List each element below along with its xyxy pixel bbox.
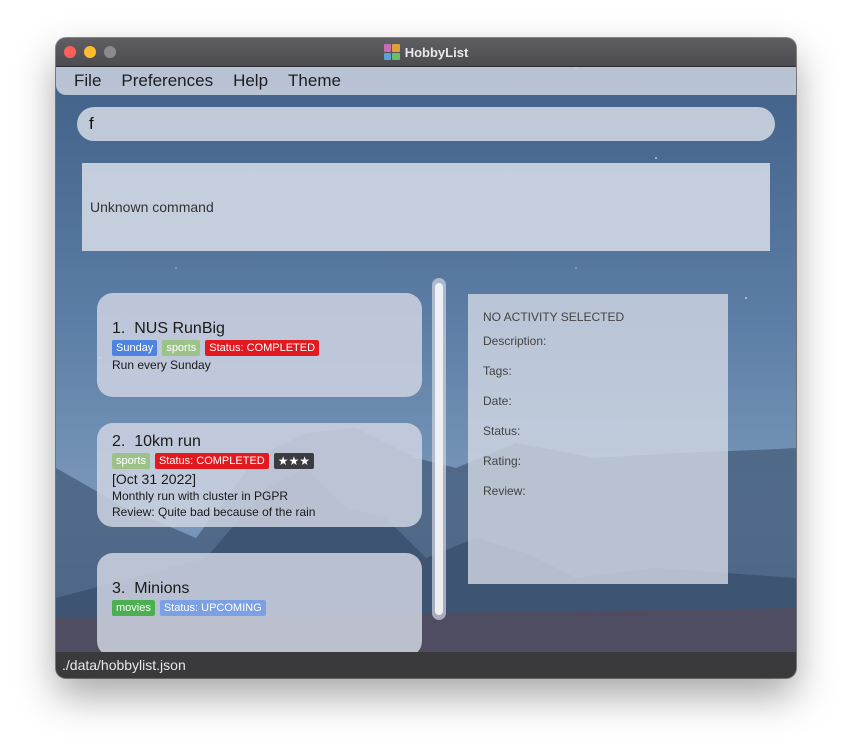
- app-window: HobbyList File Preferences Help Theme Un…: [56, 38, 796, 678]
- menu-bar: File Preferences Help Theme: [56, 67, 796, 95]
- detail-review-label: Review:: [483, 484, 526, 498]
- tag-label: sports: [112, 453, 150, 469]
- tag-label: Sunday: [112, 340, 158, 356]
- status-bar: ./data/hobbylist.json: [56, 652, 796, 678]
- menu-preferences[interactable]: Preferences: [121, 71, 213, 91]
- activity-card[interactable]: 1. NUS RunBig Sunday sports Status: COMP…: [97, 293, 422, 397]
- activity-tags: movies Status: UPCOMING: [112, 600, 407, 616]
- status-badge: Status: COMPLETED: [154, 453, 269, 469]
- activity-description: Monthly run with cluster in PGPR: [112, 489, 289, 503]
- tag-label: movies: [112, 600, 155, 616]
- scrollbar-thumb[interactable]: [435, 283, 443, 615]
- list-scrollbar[interactable]: [432, 278, 446, 620]
- activity-description: Run every Sunday: [112, 358, 211, 372]
- status-badge: Status: COMPLETED: [205, 340, 320, 356]
- command-input[interactable]: [77, 107, 775, 141]
- activity-list[interactable]: 1. NUS RunBig Sunday sports Status: COMP…: [82, 278, 452, 652]
- activity-date: [Oct 31 2022]: [112, 471, 197, 487]
- result-message: Unknown command: [90, 199, 214, 215]
- result-display: Unknown command: [82, 163, 770, 251]
- activity-review: Review: Quite bad because of the rain: [112, 505, 316, 519]
- detail-description-label: Description:: [483, 334, 547, 348]
- detail-tags-label: Tags:: [483, 364, 512, 378]
- tag-label: sports: [162, 340, 201, 356]
- detail-status-label: Status:: [483, 424, 521, 438]
- activity-tags: Sunday sports Status: COMPLETED: [112, 340, 407, 356]
- app-logo-icon: [383, 44, 400, 60]
- data-file-path: ./data/hobbylist.json: [62, 657, 186, 673]
- detail-header: NO ACTIVITY SELECTED: [483, 310, 625, 324]
- detail-rating-label: Rating:: [483, 454, 522, 468]
- menu-theme[interactable]: Theme: [288, 71, 341, 91]
- activity-tags: sports Status: COMPLETED ★★★: [112, 453, 407, 469]
- activity-title: 1. NUS RunBig: [112, 320, 225, 337]
- activity-title: 3. Minions: [112, 580, 190, 597]
- activity-title: 2. 10km run: [112, 433, 201, 450]
- title-bar[interactable]: HobbyList: [56, 38, 796, 67]
- activity-detail-panel: NO ACTIVITY SELECTED Description: Tags: …: [468, 294, 728, 584]
- activity-card[interactable]: 2. 10km run sports Status: COMPLETED ★★★…: [97, 423, 422, 527]
- activity-card[interactable]: 3. Minions movies Status: UPCOMING: [97, 553, 422, 652]
- status-badge: Status: UPCOMING: [159, 600, 266, 616]
- menu-help[interactable]: Help: [233, 71, 268, 91]
- rating-stars-badge: ★★★: [273, 453, 315, 469]
- menu-file[interactable]: File: [74, 71, 101, 91]
- detail-date-label: Date:: [483, 394, 512, 408]
- window-title: HobbyList: [404, 44, 469, 60]
